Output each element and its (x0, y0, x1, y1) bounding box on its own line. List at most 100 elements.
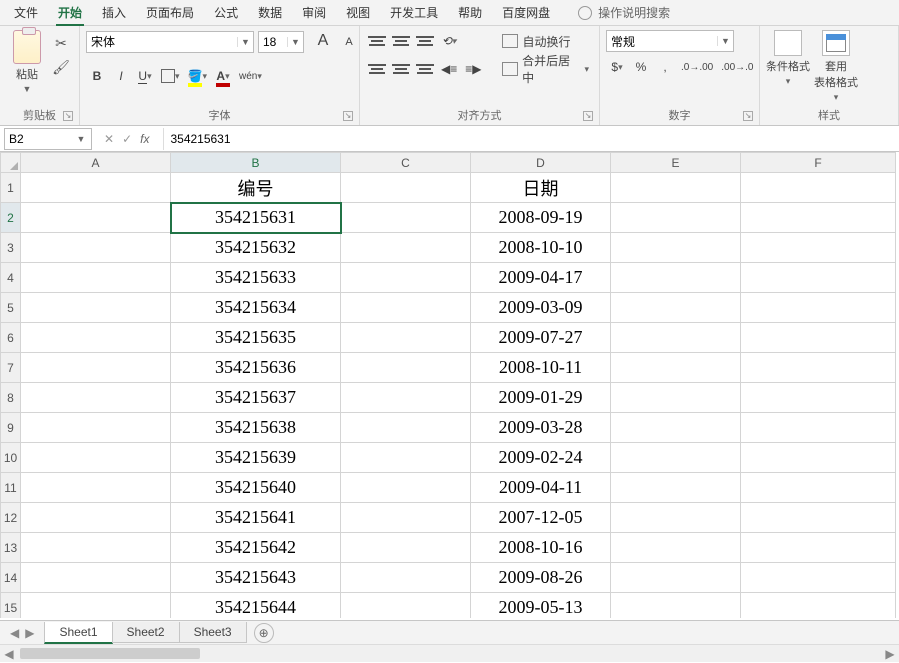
cell-D8[interactable]: 2009-01-29 (471, 383, 611, 413)
cell-E1[interactable] (611, 173, 741, 203)
name-box[interactable]: ▼ (4, 128, 92, 150)
menu-review[interactable]: 审阅 (292, 0, 336, 25)
align-top-button[interactable] (366, 32, 388, 50)
row-header-7[interactable]: 7 (1, 353, 21, 383)
cell-C8[interactable] (341, 383, 471, 413)
column-header-F[interactable]: F (741, 153, 896, 173)
font-name-dropdown[interactable]: ▼ (237, 37, 253, 47)
cell-B5[interactable]: 354215634 (171, 293, 341, 323)
accounting-format-button[interactable]: $▾ (606, 56, 628, 78)
border-button[interactable]: ▾ (158, 65, 183, 87)
cell-A11[interactable] (21, 473, 171, 503)
column-header-C[interactable]: C (341, 153, 471, 173)
cell-A15[interactable] (21, 593, 171, 619)
cell-A4[interactable] (21, 263, 171, 293)
number-format-dropdown[interactable]: ▼ (717, 36, 733, 46)
comma-format-button[interactable]: , (654, 56, 676, 78)
row-header-2[interactable]: 2 (1, 203, 21, 233)
row-header-4[interactable]: 4 (1, 263, 21, 293)
merge-center-button[interactable]: 合并后居中▾ (498, 58, 593, 80)
cell-B6[interactable]: 354215635 (171, 323, 341, 353)
cell-B8[interactable]: 354215637 (171, 383, 341, 413)
orientation-button[interactable]: ⟲▾ (438, 30, 460, 52)
cell-D1[interactable]: 日期 (471, 173, 611, 203)
cell-D7[interactable]: 2008-10-11 (471, 353, 611, 383)
font-color-button[interactable]: A▾ (212, 65, 234, 87)
cell-A12[interactable] (21, 503, 171, 533)
column-header-A[interactable]: A (21, 153, 171, 173)
menu-file[interactable]: 文件 (4, 0, 48, 25)
font-name-input[interactable] (87, 32, 237, 52)
cell-B9[interactable]: 354215638 (171, 413, 341, 443)
column-header-B[interactable]: B (171, 153, 341, 173)
row-header-3[interactable]: 3 (1, 233, 21, 263)
cell-A6[interactable] (21, 323, 171, 353)
cell-C3[interactable] (341, 233, 471, 263)
sheet-tab-2[interactable]: Sheet2 (112, 622, 180, 643)
conditional-formatting-button[interactable]: 条件格式▾ (766, 30, 810, 87)
menu-formulas[interactable]: 公式 (204, 0, 248, 25)
cell-A9[interactable] (21, 413, 171, 443)
cell-B4[interactable]: 354215633 (171, 263, 341, 293)
increase-decimal-button[interactable]: .0→.00 (678, 56, 716, 78)
cell-D11[interactable]: 2009-04-11 (471, 473, 611, 503)
cell-A5[interactable] (21, 293, 171, 323)
increase-font-size-button[interactable]: A (312, 30, 334, 52)
cell-E11[interactable] (611, 473, 741, 503)
cell-C4[interactable] (341, 263, 471, 293)
cell-D15[interactable]: 2009-05-13 (471, 593, 611, 619)
cell-D4[interactable]: 2009-04-17 (471, 263, 611, 293)
wrap-text-button[interactable]: 自动换行 (498, 30, 593, 52)
menu-baidu-drive[interactable]: 百度网盘 (492, 0, 560, 25)
cell-D3[interactable]: 2008-10-10 (471, 233, 611, 263)
cell-B15[interactable]: 354215644 (171, 593, 341, 619)
cell-C15[interactable] (341, 593, 471, 619)
cell-F1[interactable] (741, 173, 896, 203)
cell-B1[interactable]: 编号 (171, 173, 341, 203)
decrease-font-size-button[interactable]: A (338, 31, 360, 53)
increase-indent-button[interactable]: ≡▶ (462, 58, 484, 80)
font-dialog-launcher[interactable]: ↘ (343, 111, 353, 121)
sheet-nav-prev[interactable]: ◀ (10, 626, 19, 640)
cell-E3[interactable] (611, 233, 741, 263)
cell-F7[interactable] (741, 353, 896, 383)
cell-D10[interactable]: 2009-02-24 (471, 443, 611, 473)
cell-E7[interactable] (611, 353, 741, 383)
menu-help[interactable]: 帮助 (448, 0, 492, 25)
cell-C13[interactable] (341, 533, 471, 563)
column-header-D[interactable]: D (471, 153, 611, 173)
cell-D13[interactable]: 2008-10-16 (471, 533, 611, 563)
cell-A2[interactable] (21, 203, 171, 233)
cell-C10[interactable] (341, 443, 471, 473)
name-box-dropdown[interactable]: ▼ (73, 134, 89, 144)
cell-A13[interactable] (21, 533, 171, 563)
cell-F8[interactable] (741, 383, 896, 413)
cell-B14[interactable]: 354215643 (171, 563, 341, 593)
cell-C12[interactable] (341, 503, 471, 533)
row-header-11[interactable]: 11 (1, 473, 21, 503)
select-all-corner[interactable] (1, 153, 21, 173)
hscroll-left-button[interactable]: ◀ (0, 645, 18, 663)
row-header-8[interactable]: 8 (1, 383, 21, 413)
format-as-table-button[interactable]: 套用 表格格式▾ (814, 30, 858, 103)
percent-format-button[interactable]: % (630, 56, 652, 78)
fill-color-button[interactable]: 🪣▾ (185, 65, 210, 87)
menu-insert[interactable]: 插入 (92, 0, 136, 25)
cell-C1[interactable] (341, 173, 471, 203)
cell-E10[interactable] (611, 443, 741, 473)
cell-E4[interactable] (611, 263, 741, 293)
cell-E12[interactable] (611, 503, 741, 533)
cell-B7[interactable]: 354215636 (171, 353, 341, 383)
clipboard-dialog-launcher[interactable]: ↘ (63, 111, 73, 121)
cell-C14[interactable] (341, 563, 471, 593)
cell-F14[interactable] (741, 563, 896, 593)
sheet-tab-3[interactable]: Sheet3 (179, 622, 247, 643)
cell-D14[interactable]: 2009-08-26 (471, 563, 611, 593)
cell-E5[interactable] (611, 293, 741, 323)
new-sheet-button[interactable]: ⊕ (254, 623, 274, 643)
cell-E2[interactable] (611, 203, 741, 233)
row-header-12[interactable]: 12 (1, 503, 21, 533)
cell-F9[interactable] (741, 413, 896, 443)
row-header-9[interactable]: 9 (1, 413, 21, 443)
cell-B2[interactable]: 354215631 (171, 203, 341, 233)
